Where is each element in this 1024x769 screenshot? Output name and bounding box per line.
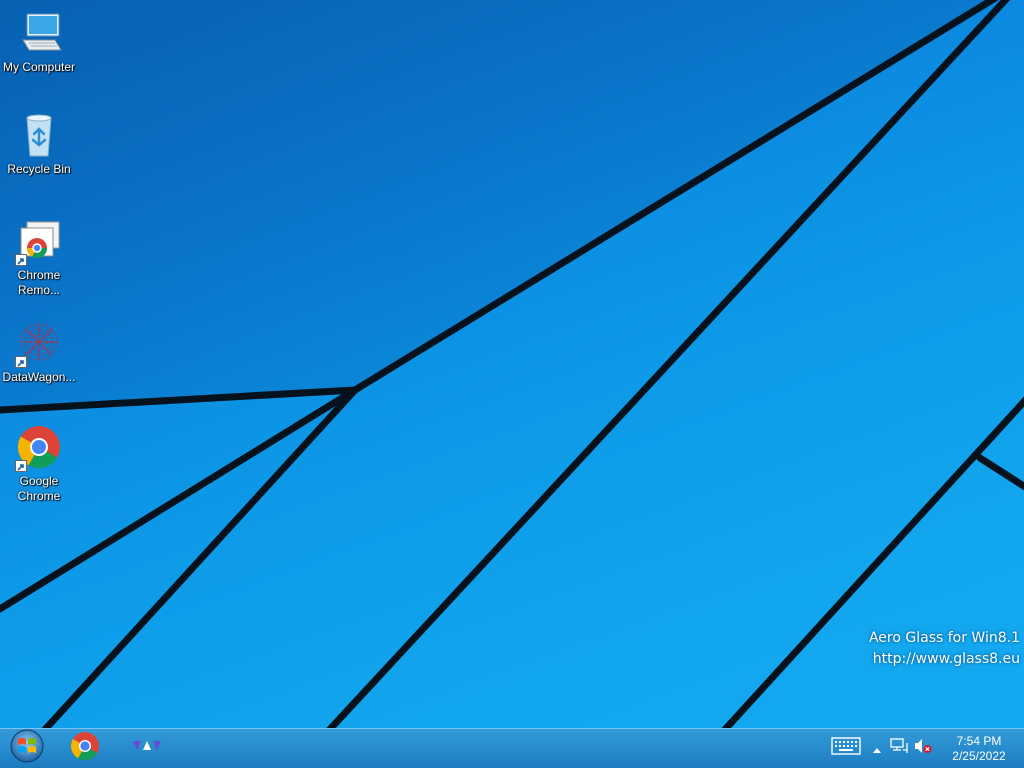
desktop-icon-datawagon[interactable]: DataWagon... — [0, 320, 78, 385]
desktop-icon-label: Chrome Remo... — [17, 268, 61, 297]
taskbar-datawagon-button[interactable] — [124, 729, 170, 768]
chrome-remote-desktop-icon — [15, 218, 63, 266]
show-hidden-icons-button[interactable] — [870, 729, 884, 768]
desktop-icon-google-chrome[interactable]: Google Chrome — [0, 424, 78, 504]
taskbar: 7:54 PM 2/25/2022 — [0, 728, 1024, 768]
chrome-icon — [70, 731, 100, 766]
taskbar-chrome-button[interactable] — [62, 729, 108, 768]
chevron-up-icon — [873, 740, 881, 758]
clock[interactable]: 7:54 PM 2/25/2022 — [944, 734, 1014, 764]
watermark-line-2: http://www.glass8.eu — [872, 651, 1020, 667]
volume-control[interactable] — [912, 729, 934, 768]
volume-muted-icon — [914, 738, 932, 759]
desktop: My Computer Recycle Bin Chrome Remo... D… — [0, 0, 1024, 728]
aero-glass-watermark: Aero Glass for Win8.1 http://www.glass8.… — [869, 628, 1020, 670]
datawagon-icon — [15, 320, 63, 368]
desktop-icon-label: Google Chrome — [17, 474, 61, 503]
touch-keyboard-button[interactable] — [828, 729, 864, 768]
wallpaper-lines — [0, 0, 1024, 728]
shortcut-arrow-icon — [15, 460, 27, 472]
google-chrome-icon — [15, 424, 63, 472]
clock-date: 2/25/2022 — [952, 749, 1006, 763]
system-tray: 7:54 PM 2/25/2022 — [824, 729, 1024, 768]
desktop-icon-my-computer[interactable]: My Computer — [0, 10, 78, 75]
desktop-icon-label: Recycle Bin — [7, 162, 71, 176]
network-icon — [890, 738, 908, 759]
shortcut-arrow-icon — [15, 254, 27, 266]
windows-start-icon — [9, 728, 45, 769]
desktop-icon-label: DataWagon... — [2, 370, 76, 384]
desktop-icon-label: My Computer — [2, 60, 76, 74]
desktop-icon-recycle-bin[interactable]: Recycle Bin — [0, 112, 78, 177]
clock-time: 7:54 PM — [956, 734, 1002, 748]
desktop-icon-chrome-remote-desktop[interactable]: Chrome Remo... — [0, 218, 78, 298]
watermark-line-1: Aero Glass for Win8.1 — [868, 630, 1020, 646]
network-status[interactable] — [888, 729, 910, 768]
keyboard-icon — [831, 737, 861, 760]
datawagon-icon — [131, 736, 163, 761]
start-button[interactable] — [4, 729, 50, 768]
shortcut-arrow-icon — [15, 356, 27, 368]
computer-icon — [15, 10, 63, 58]
recycle-bin-icon — [15, 112, 63, 160]
